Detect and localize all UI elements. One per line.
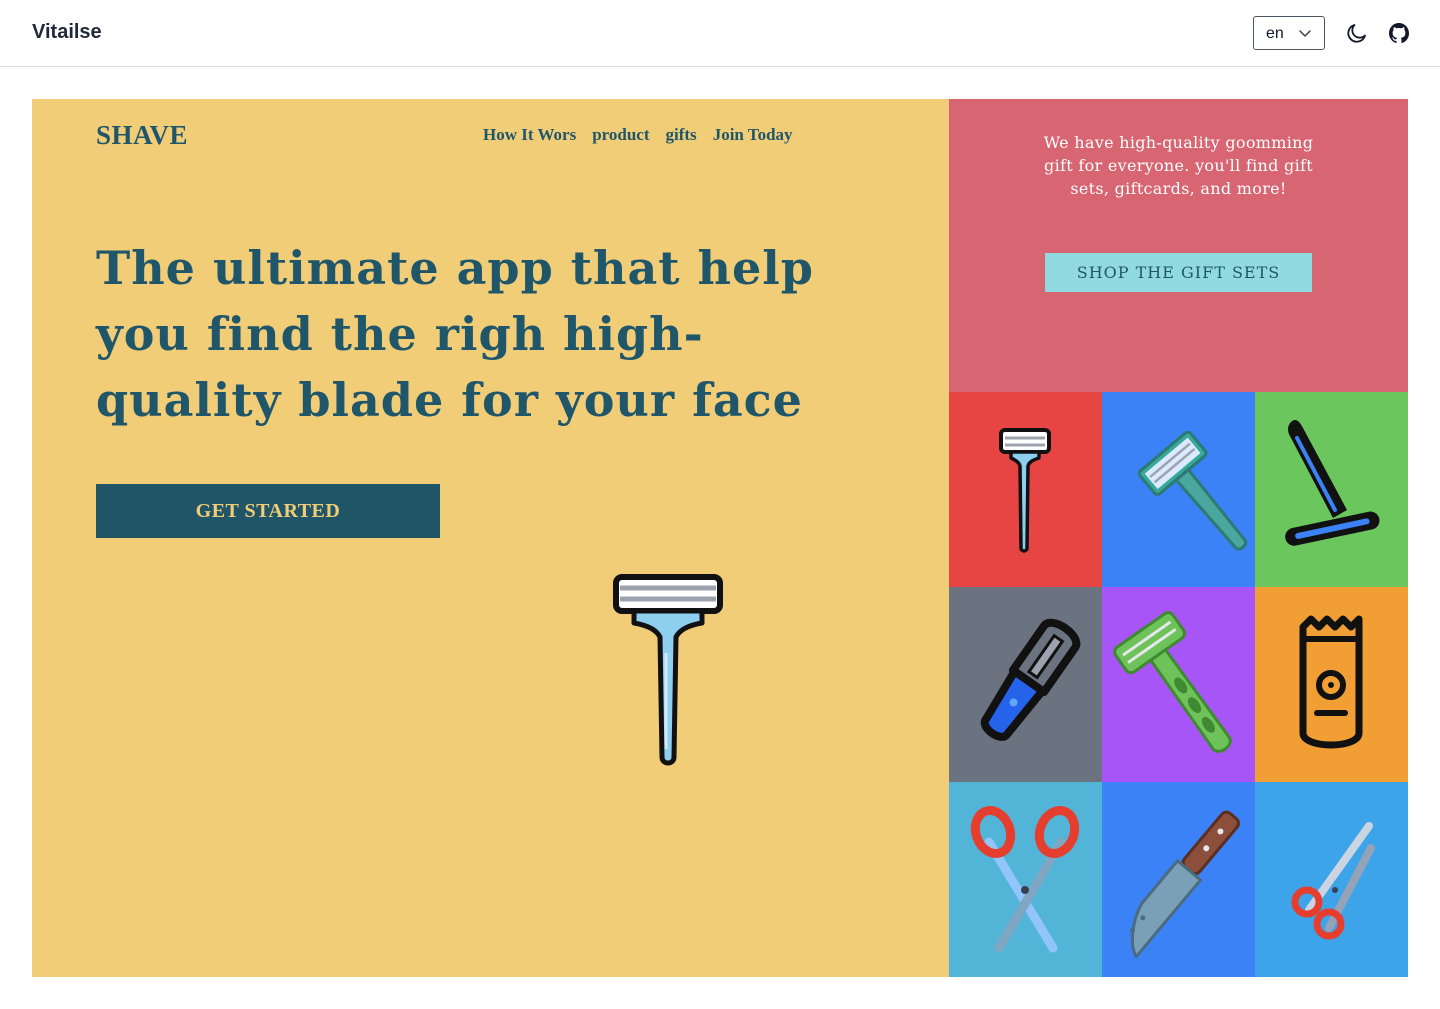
product-tiles (949, 392, 1408, 977)
safety-razor-icon (1137, 430, 1248, 551)
tile-scissors[interactable] (949, 782, 1102, 977)
language-value: en (1266, 25, 1284, 42)
chevron-down-icon (1299, 30, 1311, 37)
moon-icon[interactable] (1345, 21, 1369, 45)
language-select[interactable]: en (1253, 16, 1325, 50)
peeler-razor-icon (980, 618, 1081, 741)
nav-how-it-works[interactable]: How It Wors (483, 125, 576, 145)
gift-description: We have high-quality goomming gift for e… (1043, 133, 1314, 198)
shave-logo[interactable]: SHAVE (96, 120, 188, 151)
app-title[interactable]: Vitailse (32, 21, 102, 44)
tile-disposable-razor[interactable] (1102, 587, 1255, 782)
electric-shaver-icon (1299, 615, 1363, 749)
disposable-razor-icon (1113, 611, 1232, 753)
small-scissors-icon (1291, 822, 1375, 940)
tile-electric-shaver[interactable] (1255, 587, 1408, 782)
tile-safety-razor[interactable] (1102, 392, 1255, 587)
straight-razor-icon (1285, 420, 1380, 546)
tile-straight-razor[interactable] (1255, 392, 1408, 587)
tile-knife[interactable] (1102, 782, 1255, 977)
nav-join-today[interactable]: Join Today (713, 125, 793, 145)
tile-peeler-razor[interactable] (949, 587, 1102, 782)
shop-gift-sets-button[interactable]: SHOP THE GIFT SETS (1045, 253, 1312, 292)
app-header: Vitailse en (0, 0, 1440, 67)
nav-gifts[interactable]: gifts (666, 125, 697, 145)
knife-icon (1130, 810, 1240, 959)
github-icon[interactable] (1387, 21, 1411, 45)
tile-small-scissors[interactable] (1255, 782, 1408, 977)
razor-icon (613, 574, 723, 766)
hero-nav: How It Wors product gifts Join Today (483, 125, 793, 145)
hero-headline: The ultimate app that help you find the … (96, 241, 814, 427)
scissors-icon (970, 806, 1080, 953)
tile-razor[interactable] (949, 392, 1102, 587)
razor-icon (999, 428, 1051, 553)
get-started-button[interactable]: GET STARTED (96, 484, 440, 538)
hero-panel: SHAVE How It Wors product gifts Join Tod… (32, 99, 949, 977)
nav-product[interactable]: product (592, 125, 649, 145)
gift-panel: We have high-quality goomming gift for e… (949, 99, 1408, 392)
